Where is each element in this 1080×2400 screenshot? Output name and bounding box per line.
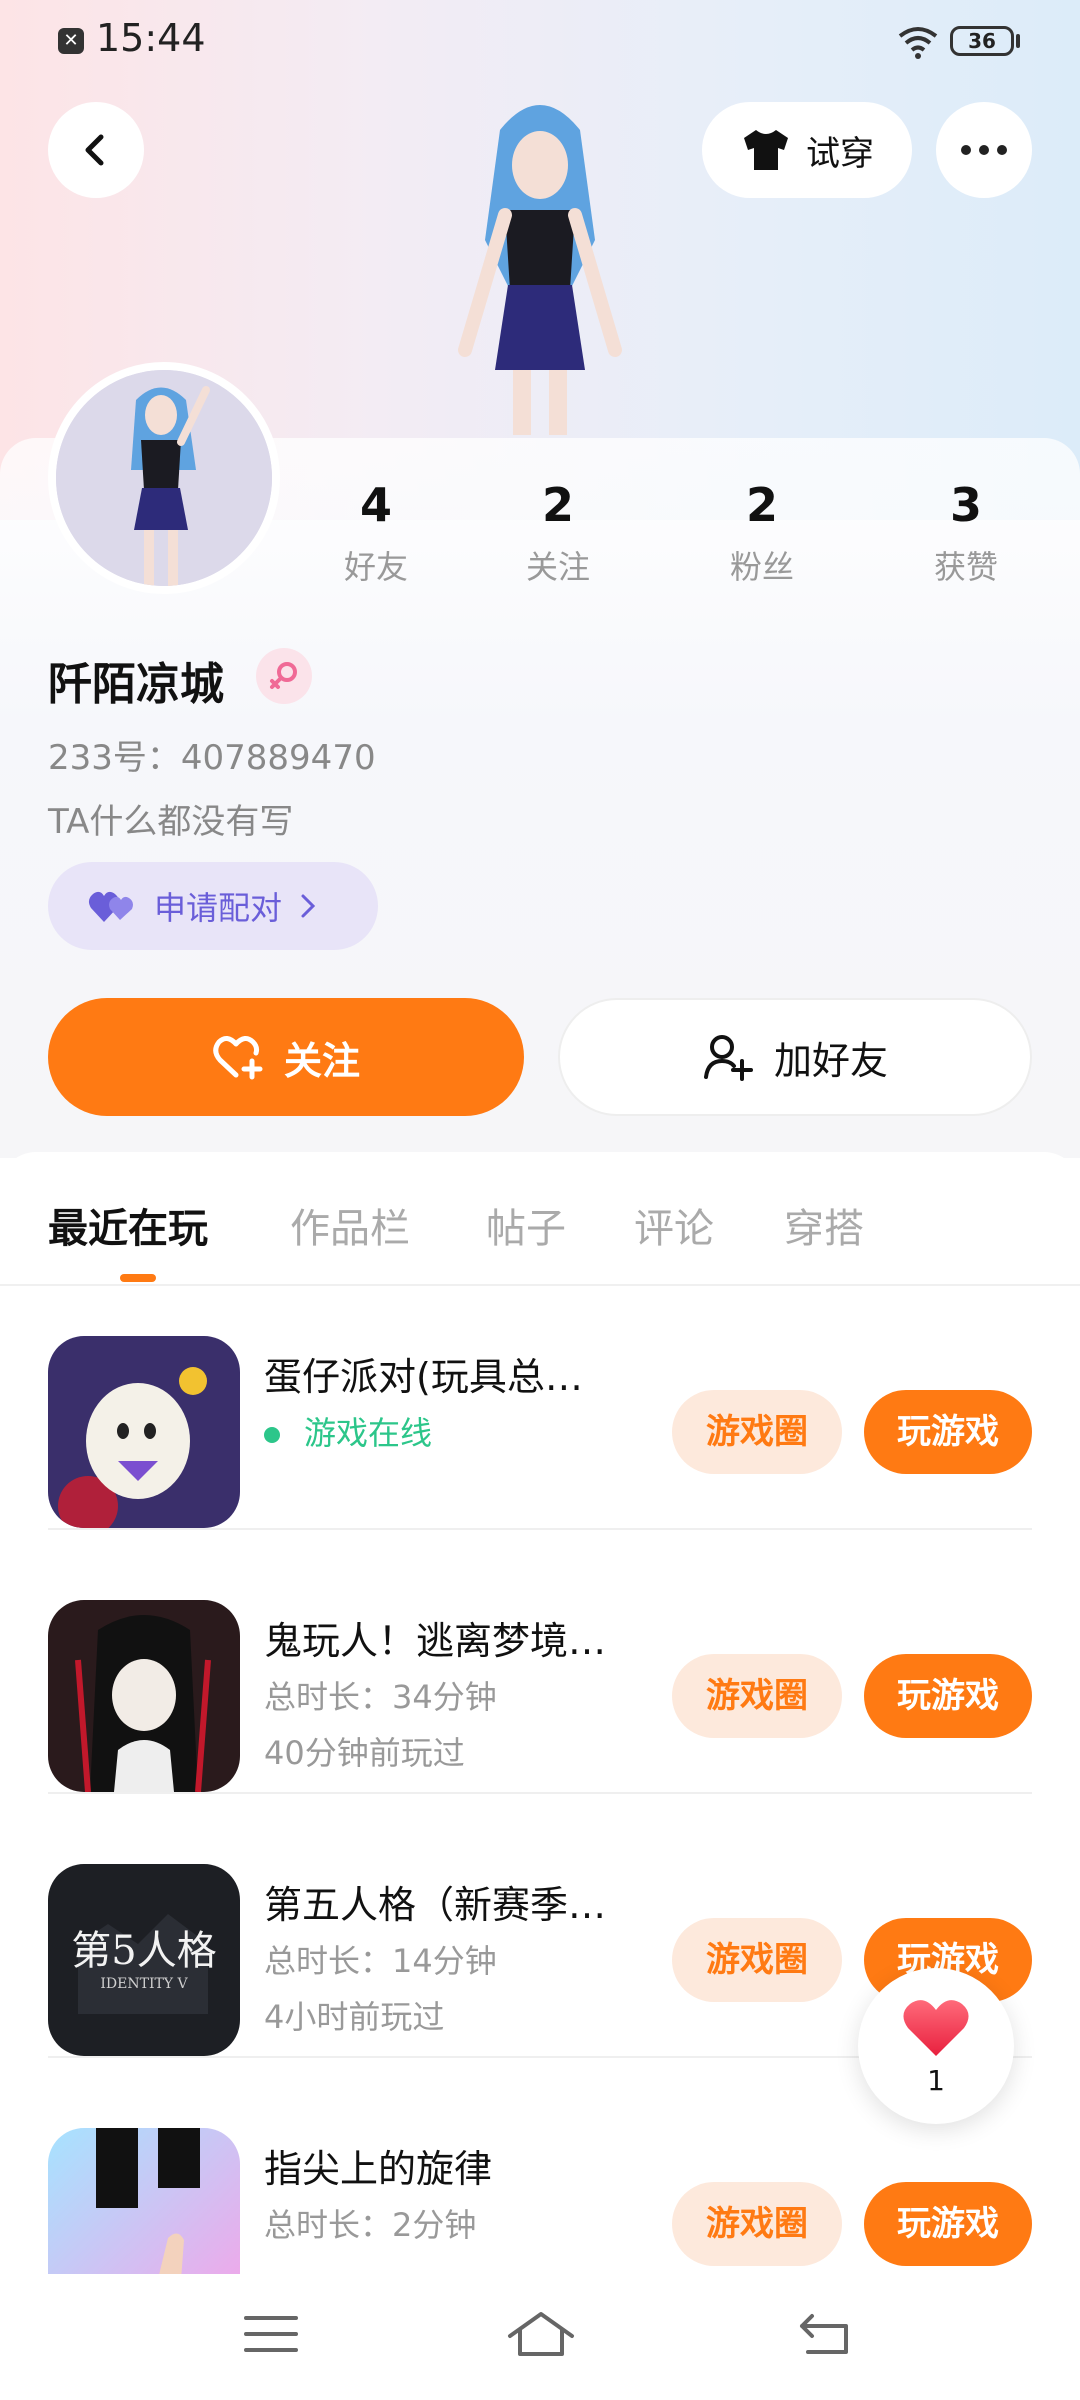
- game-row[interactable]: 蛋仔派对(玩具总… 游戏在线 游戏圈 玩游戏: [48, 1266, 1032, 1530]
- more-button[interactable]: [936, 102, 1032, 198]
- home-icon: [508, 2312, 574, 2356]
- add-user-icon: [703, 1035, 753, 1081]
- stat-value: 2: [541, 478, 574, 532]
- game-title: 指尖上的旋律: [264, 2147, 493, 2191]
- like-count: 1: [927, 2063, 945, 2097]
- tab-posts[interactable]: 帖子: [486, 1196, 566, 1254]
- game-circle-button[interactable]: 游戏圈: [672, 1918, 842, 2002]
- notification-icon: ✕: [58, 28, 84, 54]
- avatar[interactable]: [48, 362, 280, 594]
- stat-value: 3: [949, 478, 982, 532]
- stat-friends[interactable]: 4 好友: [306, 478, 446, 588]
- game-last-played: 40分钟前玩过: [264, 1734, 465, 1772]
- stat-value: 4: [359, 478, 392, 532]
- follow-button[interactable]: 关注: [48, 998, 524, 1116]
- online-dot: [264, 1427, 280, 1443]
- game-row[interactable]: 鬼玩人！逃离梦境… 总时长：34分钟 40分钟前玩过 游戏圈 玩游戏: [48, 1530, 1032, 1794]
- chevron-right-icon: [301, 894, 316, 918]
- back-button[interactable]: [48, 102, 144, 198]
- follow-label: 关注: [283, 1038, 360, 1083]
- add-friend-label: 加好友: [773, 1038, 888, 1083]
- stat-label: 获赞: [933, 548, 998, 586]
- game-icon-eggy-party: [48, 1336, 240, 1528]
- game-last-played: 4小时前玩过: [264, 1998, 445, 2036]
- nickname: 阡陌凉城: [48, 659, 224, 710]
- stat-label: 粉丝: [729, 548, 794, 586]
- bio: TA什么都没有写: [48, 802, 294, 842]
- play-game-button[interactable]: 玩游戏: [864, 1390, 1032, 1474]
- avatar-3d-figure: [458, 105, 622, 435]
- menu-nav-button[interactable]: [236, 2304, 306, 2364]
- more-icon: [961, 145, 971, 155]
- heart-icon: [903, 1999, 969, 2056]
- stat-label: 关注: [525, 548, 590, 586]
- more-icon-dot: [979, 145, 989, 155]
- game-icon-sublabel: IDENTITY V: [100, 1976, 188, 1992]
- chevron-left-icon: [85, 134, 104, 166]
- battery-icon: 36: [950, 26, 1014, 56]
- game-circle-button[interactable]: 游戏圈: [672, 1654, 842, 1738]
- double-heart-icon: [88, 891, 133, 922]
- wifi-icon: [898, 27, 938, 59]
- game-icon-identity-v: 第5人格 IDENTITY V: [48, 1864, 240, 2056]
- avatar-image: [56, 370, 272, 586]
- add-friend-button[interactable]: 加好友: [558, 998, 1032, 1116]
- game-title: 第五人格（新赛季…: [264, 1883, 607, 1927]
- tab-outfits[interactable]: 穿搭: [784, 1196, 864, 1254]
- game-icon-ghost-player: [48, 1600, 240, 1792]
- home-nav-button[interactable]: [506, 2304, 576, 2364]
- play-game-button[interactable]: 玩游戏: [864, 2182, 1032, 2266]
- tab-recently-played[interactable]: 最近在玩: [48, 1196, 208, 1254]
- game-title: 鬼玩人！逃离梦境…: [264, 1619, 607, 1663]
- female-symbol-icon: [270, 662, 297, 689]
- stat-following[interactable]: 2 关注: [488, 478, 628, 588]
- like-button[interactable]: 1: [858, 1968, 1014, 2124]
- back-nav-button[interactable]: [790, 2304, 860, 2364]
- back-arrow-icon: [800, 2314, 848, 2354]
- online-status-text: 游戏在线: [304, 1414, 433, 1452]
- stat-label: 好友: [343, 548, 408, 586]
- game-icon-label: 第5人格: [71, 1928, 216, 1974]
- stat-fans[interactable]: 2 粉丝: [692, 478, 832, 588]
- play-game-button[interactable]: 玩游戏: [864, 1654, 1032, 1738]
- status-bar: ✕ 15:44 36: [0, 0, 1080, 80]
- game-status: 游戏在线: [264, 1408, 432, 1454]
- stat-likes[interactable]: 3 获赞: [896, 478, 1036, 588]
- tab-comments[interactable]: 评论: [634, 1196, 714, 1254]
- female-gender-icon: [256, 648, 312, 704]
- stat-value: 2: [745, 478, 778, 532]
- more-icon-dot: [997, 145, 1007, 155]
- system-navigation-bar: [0, 2274, 1080, 2400]
- tryon-button[interactable]: 试穿: [702, 102, 912, 198]
- game-title: 蛋仔派对(玩具总…: [264, 1355, 583, 1399]
- game-circle-button[interactable]: 游戏圈: [672, 1390, 842, 1474]
- game-circle-button[interactable]: 游戏圈: [672, 2182, 842, 2266]
- battery-tip: [1016, 34, 1020, 48]
- menu-icon: [244, 2316, 298, 2352]
- heart-plus-icon: [213, 1036, 263, 1080]
- pair-request-label: 申请配对: [154, 889, 283, 927]
- tryon-label: 试穿: [806, 133, 874, 174]
- game-total-time: 总时长：2分钟: [264, 2206, 477, 2244]
- user-id: 233号：407889470: [48, 738, 376, 778]
- pair-request-button[interactable]: 申请配对: [48, 862, 378, 950]
- game-total-time: 总时长：14分钟: [264, 1942, 497, 1980]
- shirt-icon: [744, 130, 788, 170]
- status-time: 15:44: [96, 16, 206, 60]
- game-total-time: 总时长：34分钟: [264, 1678, 497, 1716]
- tab-works[interactable]: 作品栏: [290, 1196, 410, 1254]
